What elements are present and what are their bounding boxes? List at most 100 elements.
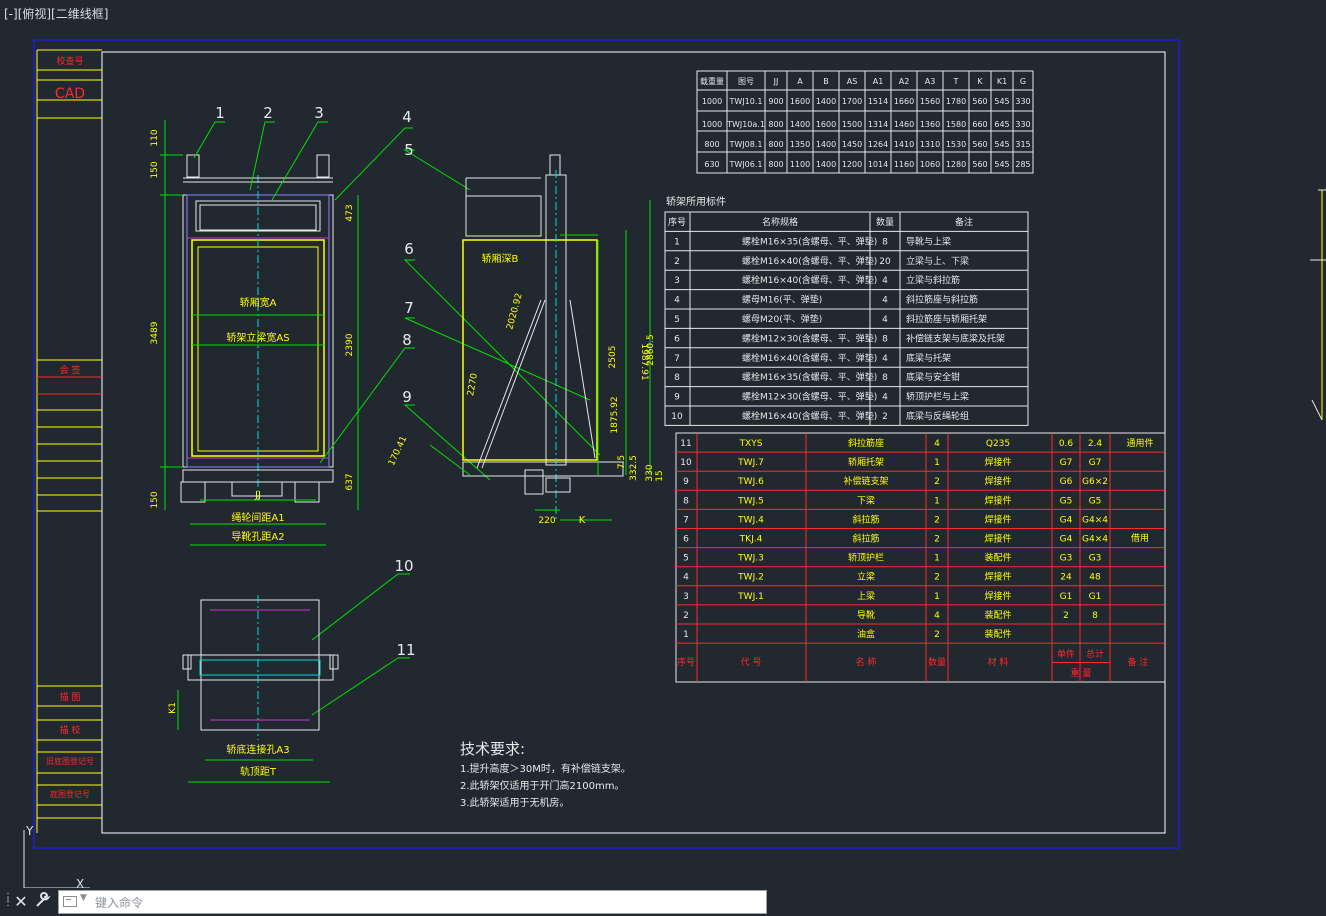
command-placeholder: 键入命令 [95, 896, 144, 910]
spec-table-cell: 1350 [790, 140, 810, 149]
spec-table-cell: 1314 [868, 120, 888, 129]
drag-handle-icon[interactable]: ⋮ ⋮ [3, 893, 13, 911]
bom-table-cell: G3 [1060, 554, 1073, 564]
spec-table-cell: 900 [768, 97, 783, 106]
bom-table-cell: G4 [1060, 515, 1073, 525]
bom-table-cell: 2 [934, 535, 940, 545]
parts-table-title: 轿架所用标件 [666, 195, 726, 208]
bottom-label-top-span: 轨顶距T [240, 765, 277, 778]
parts-table-cell: 立梁与斜拉筋 [906, 274, 960, 286]
spec-table-cell: 1460 [894, 120, 914, 129]
spec-table-cell: 1360 [920, 120, 940, 129]
callout-3: 3 [314, 104, 324, 122]
parts-table-cell: 9 [674, 393, 680, 403]
bom-table-cell: 补偿链支架 [843, 475, 888, 487]
bom-table-cell: 2 [934, 515, 940, 525]
spec-table-cell: 1264 [868, 140, 888, 149]
title-label-countersign: 会 签 [60, 364, 81, 376]
bom-footer-weight: 重 量 [1071, 667, 1092, 679]
spec-table-cell: 1160 [894, 160, 914, 169]
bom-table-cell: G4 [1060, 535, 1073, 545]
bom-table-cell: G6 [1060, 477, 1073, 487]
front-dim-110: 110 [150, 129, 160, 146]
spec-table-cell: 1014 [868, 160, 888, 169]
tech-note-2: 2.此轿架仅适用于开门高2100mm。 [460, 779, 624, 792]
viewport-controls-label[interactable]: [-][俯视][二维线框] [4, 5, 108, 22]
bom-table-cell: TWJ.6 [737, 477, 764, 487]
side-dim-2020: 2020.92 [505, 292, 524, 331]
bom-table-cell: 焊接件 [984, 475, 1011, 487]
bom-table-cell: 2.4 [1088, 439, 1103, 449]
spec-table-cell: TWJ06.1 [729, 160, 763, 169]
spec-table-cell: 1514 [868, 97, 888, 106]
parts-table-cell: 8 [882, 334, 888, 344]
spec-header-cell: JJ [773, 77, 779, 86]
spec-table-cell: 1700 [842, 97, 862, 106]
bom-footer-qty: 数量 [928, 656, 946, 668]
front-dim-150-top: 150 [150, 161, 160, 178]
bom-table-cell: 1 [934, 458, 940, 468]
command-prompt-icon[interactable] [63, 896, 77, 907]
spec-header-cell: K [977, 77, 983, 86]
spec-table-cell: 1100 [790, 160, 810, 169]
title-label-register: 底图登记号 [50, 789, 90, 799]
spec-table-cell: 330 [1015, 120, 1030, 129]
bom-footer-code: 代 号 [741, 657, 762, 668]
bom-table-cell: TWJ.2 [737, 573, 764, 583]
side-view[interactable]: 轿厢深B K 2020.92 2505 2270 2860.5 1987.91 … [387, 154, 665, 526]
bottom-view[interactable]: 轿底连接孔A3 轨顶距T K1 [168, 595, 339, 783]
bom-table-cell: G4×4 [1082, 535, 1108, 545]
wrench-icon[interactable] [34, 892, 52, 912]
spec-table-cell: 1410 [894, 140, 914, 149]
callout-8: 8 [402, 331, 412, 349]
parts-table-cell: 螺母M16(平、弹垫) [742, 294, 822, 306]
side-dim-2505: 2505 [608, 346, 618, 369]
drawing-canvas[interactable]: 校查号 CAD 会 签 描 图 描 校 旧底图登记号 底图登记号 Y X 110… [0, 0, 1326, 916]
bom-table-cell: 2 [934, 573, 940, 583]
spec-header-cell: AS [847, 77, 858, 86]
bom-table-cell: 11 [680, 439, 691, 449]
close-icon[interactable]: ✕ [12, 892, 30, 912]
bom-footer-total: 总计 [1086, 648, 1104, 660]
spec-header-cell: B [823, 77, 829, 86]
bom-table-cell: 焊接件 [984, 590, 1011, 602]
parts-table-cell: 螺栓M12×30(含螺母、平、弹垫) [742, 391, 877, 403]
bom-table-cell: 下梁 [857, 494, 875, 506]
bom-table-cell: 4 [934, 611, 940, 621]
bom-table-cell: 3 [683, 592, 689, 602]
bom-table-cell: 1 [934, 496, 940, 506]
front-view[interactable]: 110 150 3489 473 2390 150 637 轿厢宽A 轿架立梁宽… [150, 120, 359, 546]
bom-table-cell: G3 [1089, 554, 1102, 564]
parts-table-cell: 2 [674, 257, 680, 267]
side-dim-220: 220 [538, 516, 555, 526]
parts-table-cell: 螺栓M16×40(含螺母、平、弹垫) [742, 410, 877, 422]
spec-table-cell: 1600 [790, 97, 810, 106]
callout-numbers: 1 2 3 4 5 6 7 8 9 10 11 [215, 104, 415, 659]
parts-table-cell: 螺栓M16×40(含螺母、平、弹垫) [742, 274, 877, 286]
parts-table-cell: 螺栓M16×40(含螺母、平、弹垫) [742, 255, 877, 267]
bom-table-cell: TWJ.5 [737, 496, 764, 506]
parts-table-cell: 4 [882, 296, 888, 306]
callout-5: 5 [404, 141, 414, 159]
adjacent-sheet-fragment [1310, 189, 1326, 421]
bom-table-cell: 焊接件 [984, 513, 1011, 525]
spec-table-cell: 560 [972, 140, 987, 149]
parts-table-cell: 底梁与托架 [906, 352, 951, 364]
bom-table-cell: G5 [1060, 496, 1073, 506]
command-input[interactable]: ▼ 键入命令 [58, 890, 767, 914]
bom-remark-common: 通用件 [1126, 437, 1153, 449]
bom-table-cell: 2 [1063, 611, 1069, 621]
bom-table-cell: 2 [683, 611, 689, 621]
parts-table-cell: 螺栓M12×30(含螺母、平、弹垫) [742, 332, 877, 344]
bom-table-cell: 5 [683, 554, 689, 564]
spec-header-cell: G [1020, 77, 1026, 86]
command-line-bar: ⋮ ⋮ ✕ ▼ 键入命令 [0, 888, 1326, 916]
chevron-down-icon[interactable]: ▼ [80, 893, 87, 903]
spec-header-cell: A [797, 77, 803, 86]
parts-header-cell: 序号 [668, 216, 686, 228]
spec-header-cell: A3 [925, 77, 936, 86]
parts-table-cell: 螺栓M16×40(含螺母、平、弹垫) [742, 352, 877, 364]
spec-table-cell: TWJ08.1 [729, 140, 763, 149]
parts-table-cell: 8 [882, 373, 888, 383]
bom-table-cell: TWJ.1 [737, 592, 764, 602]
